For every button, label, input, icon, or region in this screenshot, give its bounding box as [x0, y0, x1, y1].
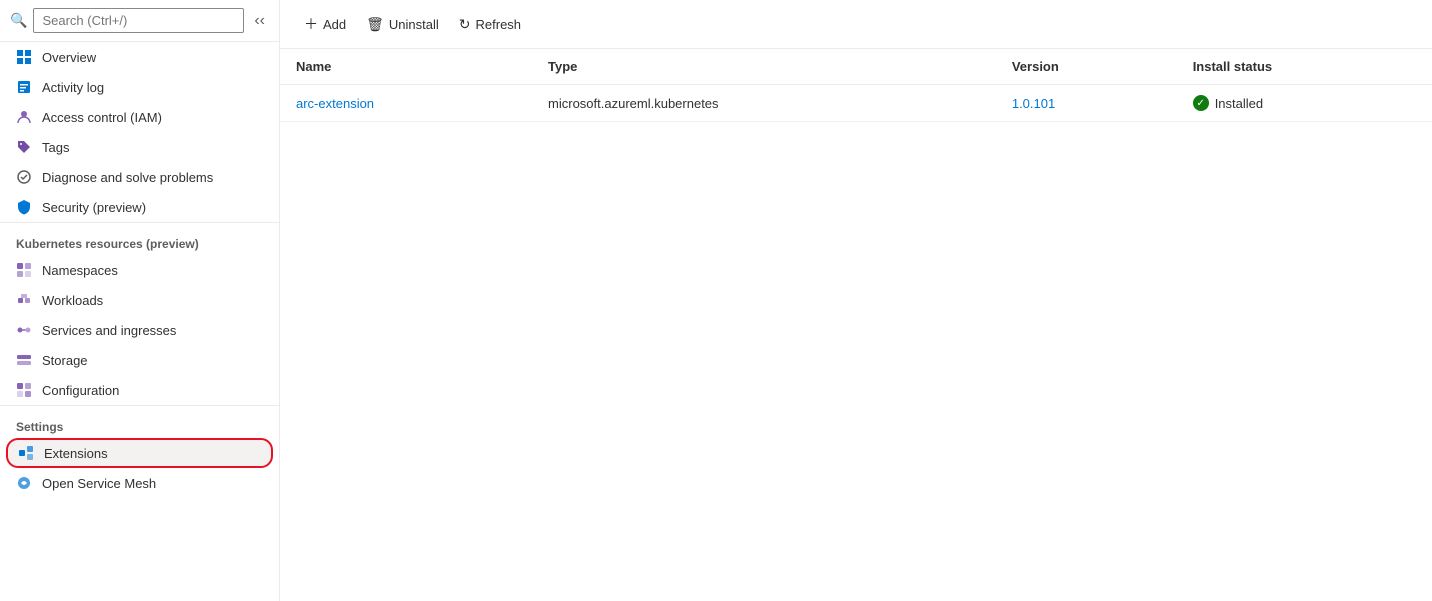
collapse-sidebar-button[interactable]: ‹‹ [250, 10, 269, 32]
cell-version: 1.0.101 [996, 85, 1177, 122]
sidebar-item-namespaces[interactable]: Namespaces [0, 255, 279, 285]
toolbar: ＋ Add 🗑 Uninstall ↻ Refresh [280, 0, 1432, 49]
sidebar-item-iam-label: Access control (IAM) [42, 110, 162, 125]
search-bar: 🔍 ‹‹ [0, 0, 279, 42]
cell-name: arc-extension [280, 85, 532, 122]
storage-icon [16, 352, 32, 368]
add-button[interactable]: ＋ Add [296, 8, 354, 40]
sidebar-item-extensions-label: Extensions [44, 446, 108, 461]
security-icon [16, 199, 32, 215]
sidebar-item-tags-label: Tags [42, 140, 69, 155]
sidebar-item-namespaces-label: Namespaces [42, 263, 118, 278]
extension-name-link[interactable]: arc-extension [296, 96, 374, 111]
sidebar-item-activity-log[interactable]: Activity log [0, 72, 279, 102]
sidebar-item-overview-label: Overview [42, 50, 96, 65]
add-icon: ＋ [304, 14, 318, 34]
services-icon [16, 322, 32, 338]
overview-icon [16, 49, 32, 65]
sidebar-item-overview[interactable]: Overview [0, 42, 279, 72]
installed-checkmark-icon: ✓ [1193, 95, 1209, 111]
column-header-install-status: Install status [1177, 49, 1432, 85]
sidebar-item-activity-log-label: Activity log [42, 80, 104, 95]
search-input[interactable] [33, 8, 244, 33]
main-content: ＋ Add 🗑 Uninstall ↻ Refresh Name Type Ve… [280, 0, 1432, 601]
sidebar-item-diagnose-label: Diagnose and solve problems [42, 170, 213, 185]
install-status-label: Installed [1215, 96, 1263, 111]
uninstall-label: Uninstall [389, 17, 439, 32]
sidebar-item-services-label: Services and ingresses [42, 323, 176, 338]
table-row: arc-extension microsoft.azureml.kubernet… [280, 85, 1432, 122]
osm-icon [16, 475, 32, 491]
iam-icon [16, 109, 32, 125]
column-header-type: Type [532, 49, 996, 85]
sidebar-item-tags[interactable]: Tags [0, 132, 279, 162]
extensions-icon [18, 445, 34, 461]
uninstall-button[interactable]: 🗑 Uninstall [358, 10, 447, 39]
sidebar-item-security[interactable]: Security (preview) [0, 192, 279, 222]
sidebar-item-diagnose[interactable]: Diagnose and solve problems [0, 162, 279, 192]
workloads-icon [16, 292, 32, 308]
table-header-row: Name Type Version Install status [280, 49, 1432, 85]
sidebar-item-storage[interactable]: Storage [0, 345, 279, 375]
cell-install-status: ✓ Installed [1177, 85, 1432, 122]
diagnose-icon [16, 169, 32, 185]
sidebar-scroll-area: Overview Activity log Access control (IA… [0, 42, 279, 601]
uninstall-icon: 🗑 [366, 16, 384, 33]
sidebar-item-workloads[interactable]: Workloads [0, 285, 279, 315]
install-status-installed: ✓ Installed [1193, 95, 1416, 111]
sidebar-item-osm-label: Open Service Mesh [42, 476, 156, 491]
sidebar-item-configuration[interactable]: Configuration [0, 375, 279, 405]
refresh-label: Refresh [476, 17, 522, 32]
sidebar-item-iam[interactable]: Access control (IAM) [0, 102, 279, 132]
sidebar-item-osm[interactable]: Open Service Mesh [0, 468, 279, 498]
version-link[interactable]: 1.0.101 [1012, 96, 1055, 111]
section-settings: Settings [0, 405, 279, 438]
extensions-table: Name Type Version Install status arc-ext… [280, 49, 1432, 122]
column-header-name: Name [280, 49, 532, 85]
namespaces-icon [16, 262, 32, 278]
sidebar-item-workloads-label: Workloads [42, 293, 103, 308]
sidebar-nav: Overview Activity log Access control (IA… [0, 42, 279, 506]
activity-log-icon [16, 79, 32, 95]
tags-icon [16, 139, 32, 155]
sidebar-item-storage-label: Storage [42, 353, 88, 368]
sidebar: 🔍 ‹‹ Overview Activity log [0, 0, 280, 601]
sidebar-item-security-label: Security (preview) [42, 200, 146, 215]
search-icon: 🔍 [10, 12, 27, 29]
configuration-icon [16, 382, 32, 398]
sidebar-item-services[interactable]: Services and ingresses [0, 315, 279, 345]
column-header-version: Version [996, 49, 1177, 85]
refresh-button[interactable]: ↻ Refresh [451, 10, 529, 39]
sidebar-item-configuration-label: Configuration [42, 383, 119, 398]
sidebar-item-extensions[interactable]: Extensions [6, 438, 273, 468]
add-label: Add [323, 17, 346, 32]
extensions-table-container: Name Type Version Install status arc-ext… [280, 49, 1432, 601]
section-kubernetes-resources: Kubernetes resources (preview) [0, 222, 279, 255]
cell-type: microsoft.azureml.kubernetes [532, 85, 996, 122]
refresh-icon: ↻ [459, 16, 471, 33]
